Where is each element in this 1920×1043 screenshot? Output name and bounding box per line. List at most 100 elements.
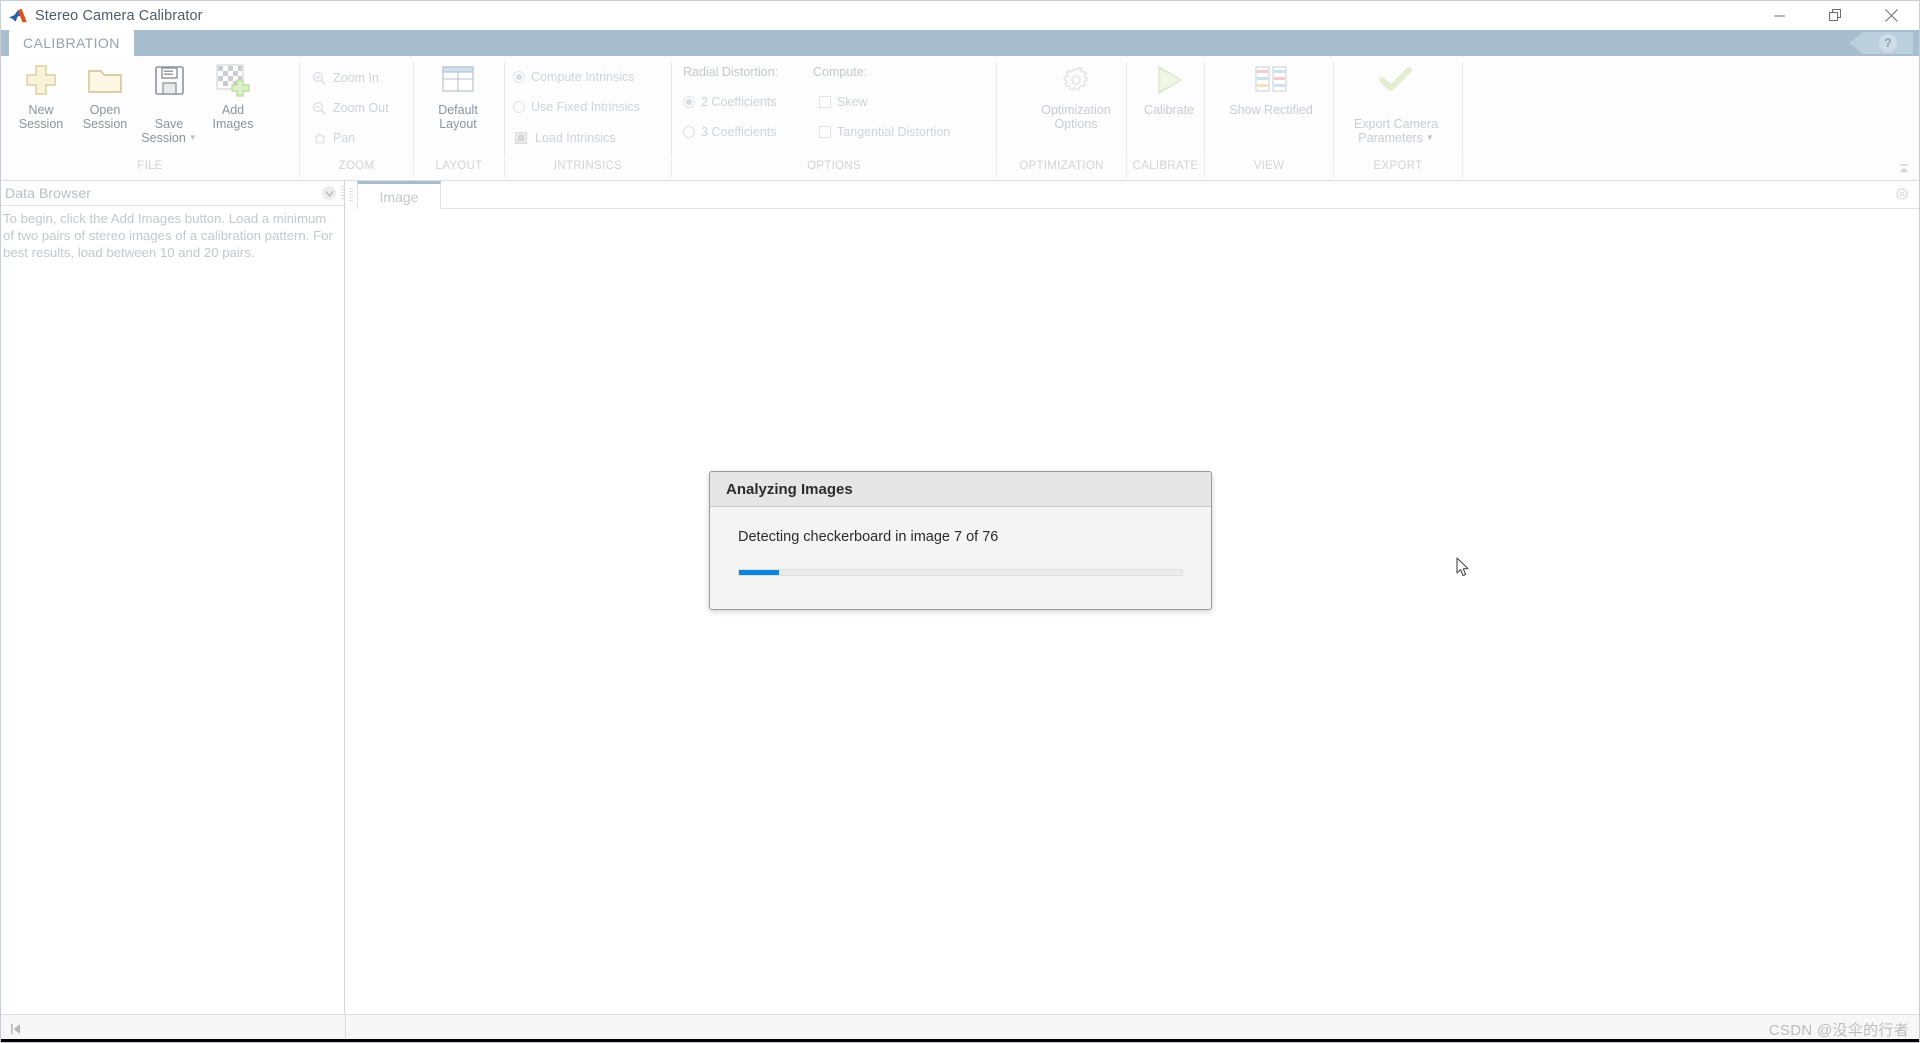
radio-icon — [683, 126, 695, 138]
optimization-options-button[interactable]: Optimization Options — [1021, 60, 1131, 131]
new-session-button[interactable]: New Session — [4, 60, 78, 131]
data-browser-header: Data Browser — [1, 181, 344, 206]
section-label-options: OPTIONS — [807, 160, 861, 172]
tangential-distortion-checkbox[interactable]: Tangential Distortion — [819, 125, 950, 139]
calibrate-label: Calibrate — [1143, 103, 1195, 117]
minimize-button[interactable] — [1751, 1, 1807, 30]
folder-icon — [87, 60, 123, 100]
data-browser-panel: Data Browser To begin, click the Add Ima… — [1, 181, 345, 1014]
help-icon[interactable]: ? — [1879, 34, 1897, 52]
radio-icon — [513, 101, 525, 113]
save-session-button[interactable]: Save Session ▼ — [132, 60, 206, 145]
help-region: ? — [1849, 32, 1913, 54]
compute-title: Compute: — [813, 65, 868, 79]
radio-icon — [683, 96, 695, 108]
section-divider — [299, 159, 300, 178]
tab-calibration[interactable]: CALIBRATION — [9, 30, 134, 56]
checkbox-icon — [819, 126, 831, 138]
tab-image[interactable]: Image — [357, 181, 441, 209]
calibrate-button[interactable]: Calibrate — [1125, 60, 1213, 117]
ribbon-content: New Session Open Session Save Session ▼ … — [1, 56, 1919, 159]
zoom-out-label: Zoom Out — [333, 101, 389, 115]
checkbox-icon — [819, 96, 831, 108]
dialog-title: Analyzing Images — [710, 472, 1211, 507]
section-divider — [504, 159, 505, 178]
compute-intrinsics-radio[interactable]: Compute Intrinsics — [513, 70, 635, 84]
pan-button[interactable]: Pan — [311, 130, 355, 146]
section-divider — [1462, 159, 1463, 178]
new-session-label: New Session — [18, 103, 64, 131]
close-button[interactable] — [1863, 1, 1919, 30]
use-fixed-intrinsics-radio[interactable]: Use Fixed Intrinsics — [513, 100, 640, 114]
radial-distortion-title: Radial Distortion: — [683, 65, 779, 79]
checkerboard-plus-icon — [215, 60, 251, 100]
pan-label: Pan — [333, 131, 356, 145]
document-tab-filler — [442, 181, 1919, 209]
optimization-options-label: Optimization Options — [1041, 103, 1111, 131]
add-images-button[interactable]: Add Images — [196, 60, 270, 131]
section-label-file: FILE — [137, 160, 163, 172]
export-camera-parameters-label: Export Camera Parameters ▼ — [1354, 103, 1438, 145]
section-divider — [671, 159, 672, 178]
load-intrinsics-button[interactable]: Load Intrinsics — [513, 130, 616, 146]
skew-checkbox[interactable]: Skew — [819, 95, 868, 109]
zoom-in-label: Zoom In — [333, 71, 379, 85]
application-window: Stereo Camera Calibrator CALIBRATION ? N… — [0, 0, 1920, 1043]
zoom-in-icon — [311, 70, 327, 86]
data-browser-title: Data Browser — [5, 185, 92, 201]
status-bar: CSDN @没伞的行者 — [1, 1014, 1919, 1042]
radio-icon — [513, 71, 525, 83]
ribbon-separator — [1204, 62, 1205, 158]
zoom-in-button[interactable]: Zoom In — [311, 70, 379, 86]
floppy-disk-icon — [154, 60, 185, 100]
window-bottom-edge — [1, 1039, 1919, 1042]
ribbon-separator — [671, 62, 672, 158]
gear-icon[interactable] — [1895, 187, 1909, 201]
zoom-out-button[interactable]: Zoom Out — [311, 100, 389, 116]
progress-bar — [738, 569, 1183, 576]
document-drag-grip[interactable] — [348, 187, 354, 203]
skew-label: Skew — [837, 95, 868, 109]
tangential-distortion-label: Tangential Distortion — [837, 125, 951, 139]
ribbon-separator — [504, 62, 505, 158]
layout-grid-icon — [440, 60, 476, 100]
section-label-zoom: ZOOM — [338, 160, 375, 172]
image-canvas[interactable] — [346, 209, 1919, 1014]
window-controls — [1751, 1, 1919, 30]
load-intrinsics-label: Load Intrinsics — [535, 131, 616, 145]
section-label-export: EXPORT — [1373, 160, 1423, 172]
open-session-button[interactable]: Open Session — [68, 60, 142, 131]
export-camera-parameters-button[interactable]: Export Camera Parameters ▼ — [1331, 60, 1461, 145]
chevron-down-icon[interactable]: ▼ — [189, 133, 197, 142]
open-session-label: Open Session — [82, 103, 128, 131]
section-label-intrinsics: INTRINSICS — [553, 160, 623, 172]
gear-icon — [1061, 60, 1091, 100]
ribbon-tab-strip: CALIBRATION ? — [1, 30, 1919, 56]
three-coefficients-label: 3 Coefficients — [701, 125, 777, 139]
mouse-pointer-icon — [1456, 557, 1470, 578]
dialog-body: Detecting checkerboard in image 7 of 76 — [710, 507, 1211, 576]
plus-icon — [24, 60, 58, 100]
section-divider — [996, 159, 997, 178]
section-divider — [413, 159, 414, 178]
tab-image-label: Image — [379, 188, 419, 205]
title-bar: Stereo Camera Calibrator — [1, 1, 1919, 30]
three-coefficients-radio[interactable]: 3 Coefficients — [683, 125, 777, 139]
default-layout-button[interactable]: Default Layout — [421, 60, 495, 131]
status-divider — [345, 1015, 346, 1042]
matlab-logo-icon — [8, 8, 28, 24]
chevron-down-icon[interactable]: ▼ — [1426, 133, 1434, 142]
panel-resize-grip[interactable] — [340, 183, 345, 205]
close-panel-icon[interactable] — [322, 186, 336, 200]
play-triangle-icon — [1152, 60, 1186, 100]
show-rectified-label: Show Rectified — [1229, 103, 1313, 117]
save-session-label: Save Session ▼ — [141, 103, 196, 145]
show-rectified-button[interactable]: Show Rectified — [1213, 60, 1329, 117]
restore-button[interactable] — [1807, 1, 1863, 30]
two-coefficients-radio[interactable]: 2 Coefficients — [683, 95, 777, 109]
collapse-left-icon[interactable] — [9, 1022, 23, 1036]
ribbon-collapse-icon[interactable] — [1897, 163, 1911, 177]
window-title: Stereo Camera Calibrator — [35, 7, 203, 24]
analyzing-images-dialog: Analyzing Images Detecting checkerboard … — [709, 471, 1212, 610]
dialog-message: Detecting checkerboard in image 7 of 76 — [738, 529, 999, 545]
